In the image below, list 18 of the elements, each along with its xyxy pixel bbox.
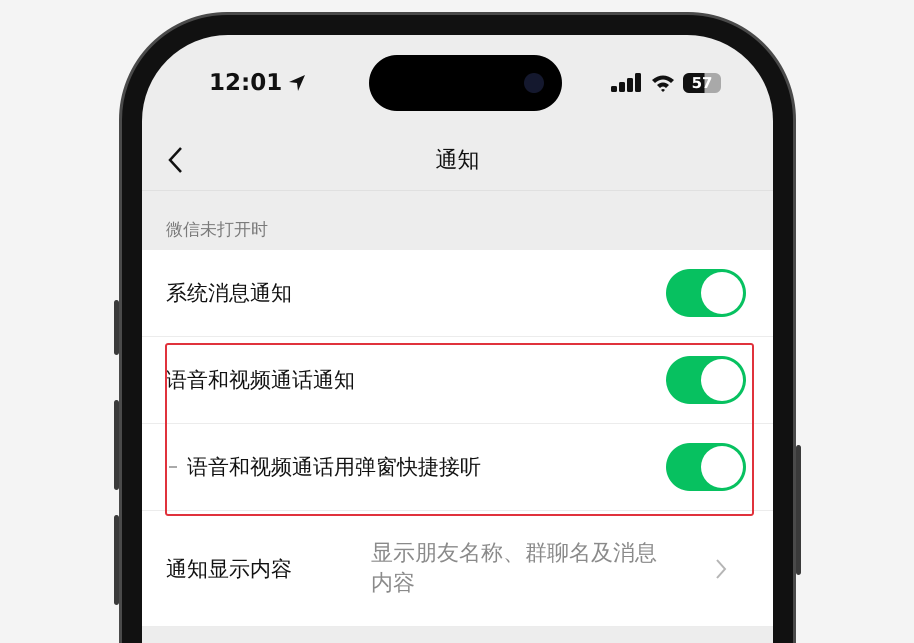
page-title: 通知 bbox=[436, 147, 480, 175]
setting-value: 显示朋友名称、群聊名及消息内容 bbox=[371, 540, 658, 598]
signal-icon bbox=[611, 72, 643, 92]
location-arrow-icon bbox=[288, 74, 306, 92]
toggle-switch[interactable] bbox=[666, 443, 746, 491]
section-header: 微信未打开时 bbox=[166, 219, 268, 241]
back-chevron-icon[interactable] bbox=[167, 146, 183, 174]
wifi-icon bbox=[651, 74, 675, 92]
toggle-switch[interactable] bbox=[666, 356, 746, 404]
chevron-right-icon bbox=[715, 558, 727, 580]
toggle-switch[interactable] bbox=[666, 269, 746, 317]
setting-label: 语音和视频通话用弹窗快捷接听 bbox=[187, 454, 482, 481]
setting-label: 系统消息通知 bbox=[166, 280, 293, 307]
setting-label: 通知显示内容 bbox=[166, 556, 293, 582]
setting-row[interactable]: 通知显示内容 显示朋友名称、群聊名及消息内容 bbox=[142, 511, 773, 627]
status-time: 12:01 bbox=[209, 70, 282, 96]
indent-dash bbox=[169, 466, 177, 468]
setting-label: 语音和视频通话通知 bbox=[166, 367, 356, 394]
